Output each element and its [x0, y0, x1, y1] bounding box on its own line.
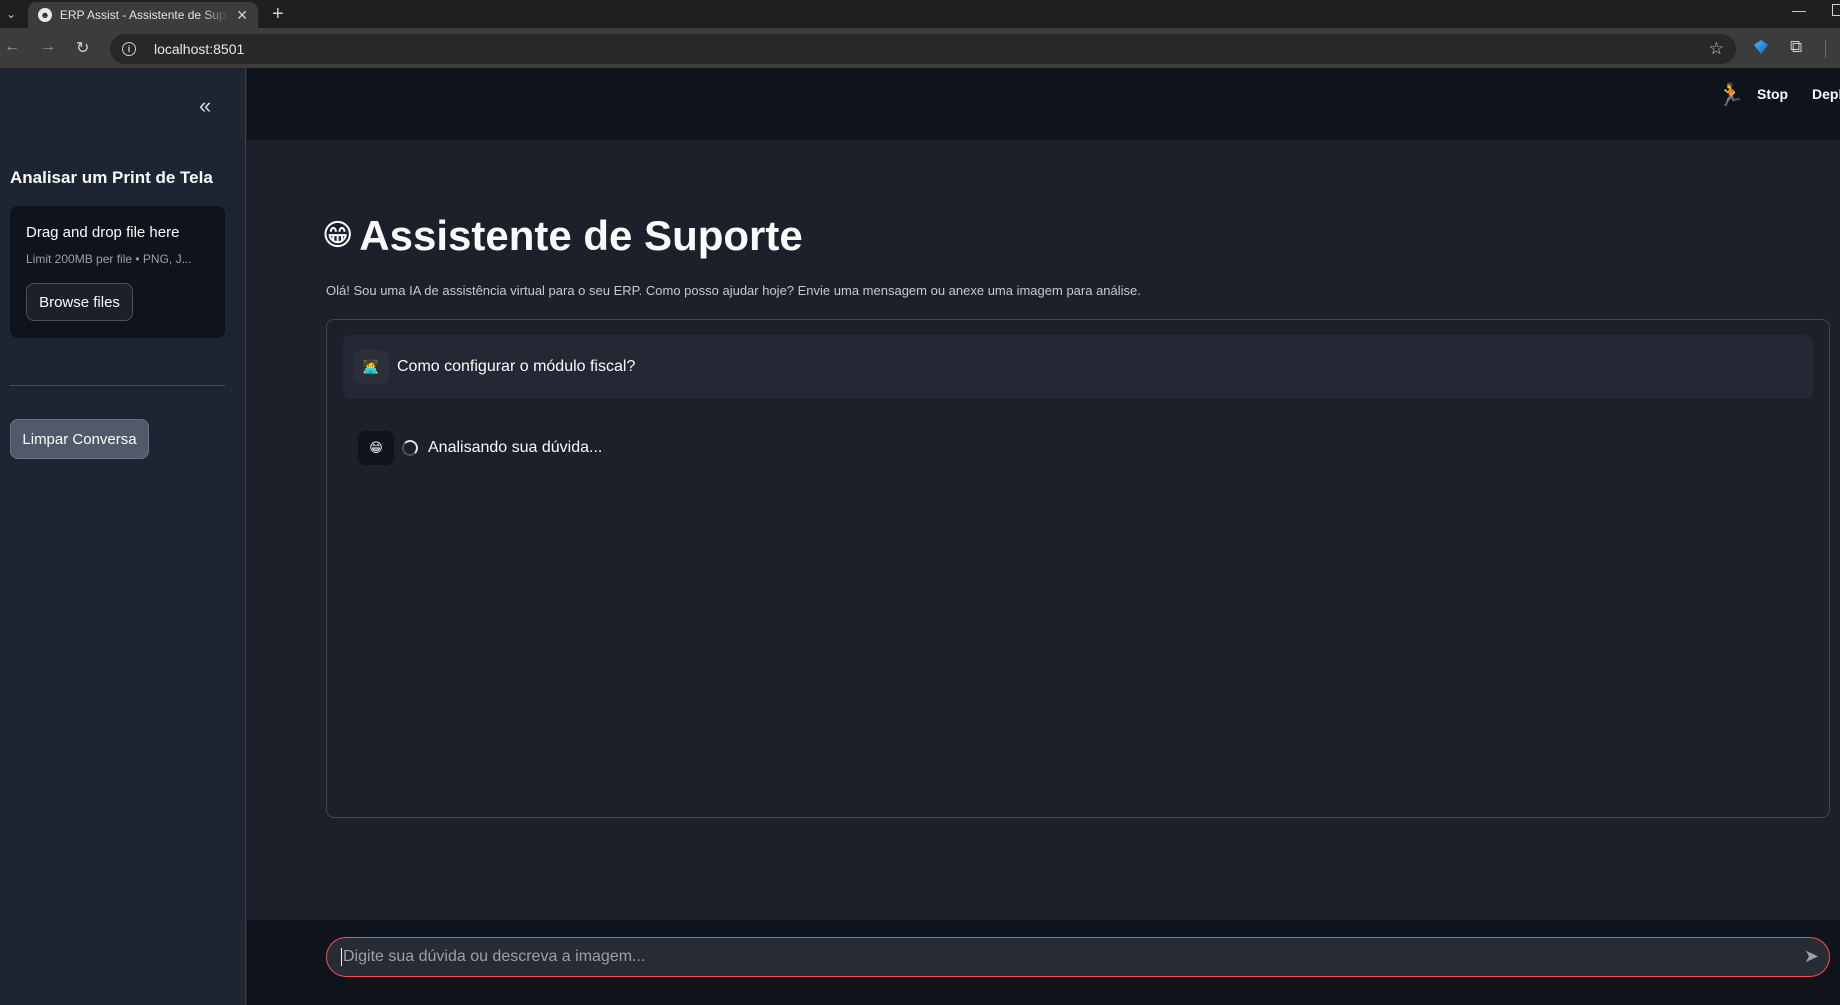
running-man-icon: 🏃: [1717, 82, 1745, 107]
back-icon[interactable]: ←: [4, 38, 20, 56]
browser-tab[interactable]: ☻ ERP Assist - Assistente de Suporte ✕: [28, 2, 258, 28]
collapse-sidebar-icon[interactable]: «: [199, 95, 211, 117]
user-avatar-icon: 🧑‍💻: [353, 350, 389, 384]
clear-conversation-button[interactable]: Limpar Conversa: [10, 419, 149, 459]
tab-search-icon[interactable]: ⌄: [0, 0, 22, 28]
deploy-button[interactable]: Depl: [1812, 86, 1840, 102]
restore-icon[interactable]: [1832, 4, 1840, 16]
loading-spinner-icon: [402, 440, 418, 456]
browser-toolbar: ← → ↻ i localhost:8501 ☆ ⧉: [0, 28, 1840, 68]
sidebar: « Analisar um Print de Tela Drag and dro…: [0, 68, 246, 1005]
forward-icon[interactable]: →: [40, 38, 56, 56]
url-text[interactable]: localhost:8501: [154, 41, 244, 57]
toolbar-divider: [1825, 40, 1826, 58]
grin-face-icon: 😁: [322, 219, 354, 252]
site-info-icon[interactable]: i: [122, 42, 136, 56]
app-header: 🏃 Stop Depl: [247, 68, 1840, 140]
chat-container[interactable]: 🧑‍💻 Como configurar o módulo fiscal? 😁 A…: [326, 319, 1830, 818]
send-icon[interactable]: ➤: [1804, 946, 1819, 967]
extensions-puzzle-icon[interactable]: ⧉: [1790, 37, 1802, 57]
chat-input-bar: ➤: [247, 920, 1840, 1005]
assistant-message: 😁 Analisando sua dúvida...: [358, 431, 602, 465]
assistant-status-text: Analisando sua dúvida...: [428, 439, 603, 456]
sidebar-heading: Analisar um Print de Tela: [10, 168, 213, 187]
bookmark-star-icon[interactable]: ☆: [1709, 39, 1724, 59]
text-caret: [341, 948, 342, 966]
user-message-text: Como configurar o módulo fiscal?: [397, 358, 636, 375]
dropzone-title: Drag and drop file here: [26, 224, 180, 241]
chat-input[interactable]: [343, 948, 1743, 966]
stop-button[interactable]: Stop: [1757, 86, 1788, 102]
browse-files-button[interactable]: Browse files: [26, 283, 133, 321]
extension-gem-icon[interactable]: [1754, 40, 1768, 54]
tab-title: ERP Assist - Assistente de Suporte: [59, 8, 229, 22]
chat-input-wrapper[interactable]: ➤: [326, 937, 1830, 977]
address-bar[interactable]: i localhost:8501 ☆: [110, 34, 1736, 64]
title-text: Assistente de Suporte: [359, 212, 803, 259]
file-dropzone[interactable]: Drag and drop file here Limit 200MB per …: [10, 206, 225, 338]
sidebar-divider: [10, 385, 225, 386]
user-message: 🧑‍💻 Como configurar o módulo fiscal?: [343, 335, 1813, 399]
minimize-icon[interactable]: —: [1792, 2, 1806, 18]
main-content: 😁 Assistente de Suporte Olá! Sou uma IA …: [247, 140, 1840, 920]
favicon-icon: ☻: [38, 8, 52, 22]
browser-tabstrip: ⌄ ☻ ERP Assist - Assistente de Suporte ✕…: [0, 0, 1840, 28]
new-tab-icon[interactable]: +: [272, 2, 284, 26]
assistant-avatar-icon: 😁: [358, 431, 394, 465]
page-title: 😁 Assistente de Suporte: [322, 212, 803, 260]
close-tab-icon[interactable]: ✕: [236, 7, 248, 24]
dropzone-limit: Limit 200MB per file • PNG, J...: [26, 252, 192, 266]
reload-icon[interactable]: ↻: [76, 38, 89, 58]
page-subtitle: Olá! Sou uma IA de assistência virtual p…: [326, 283, 1141, 298]
